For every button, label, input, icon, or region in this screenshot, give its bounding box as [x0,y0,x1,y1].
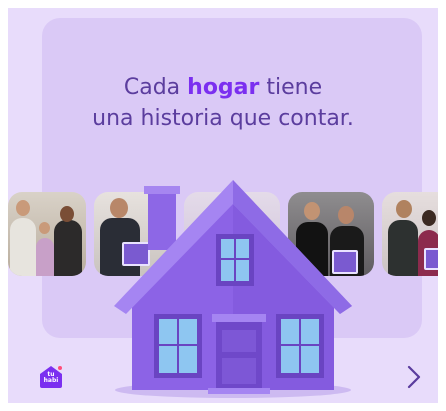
headline-text: Cada [123,75,188,100]
chevron-right-icon [407,365,421,389]
headline-line-1: Cada hogar tiene [8,72,438,103]
house-illustration-icon [114,180,352,398]
tu-habi-logo: tu habi [38,364,64,388]
headline-line-2: una historia que contar. [92,106,354,131]
couple-with-sign-photo-icon [382,192,438,276]
headline-text: tiene [259,75,323,100]
headline: Cada hogar tiene una historia que contar… [8,72,438,134]
headline-highlight: hogar [187,75,260,100]
next-slide-button[interactable] [404,364,424,390]
logo-text: tu habi [38,372,64,384]
family-photo-icon [8,192,86,276]
post-card: Cada hogar tiene una historia que contar… [8,8,438,403]
logo-text-line-2: habi [43,377,59,384]
